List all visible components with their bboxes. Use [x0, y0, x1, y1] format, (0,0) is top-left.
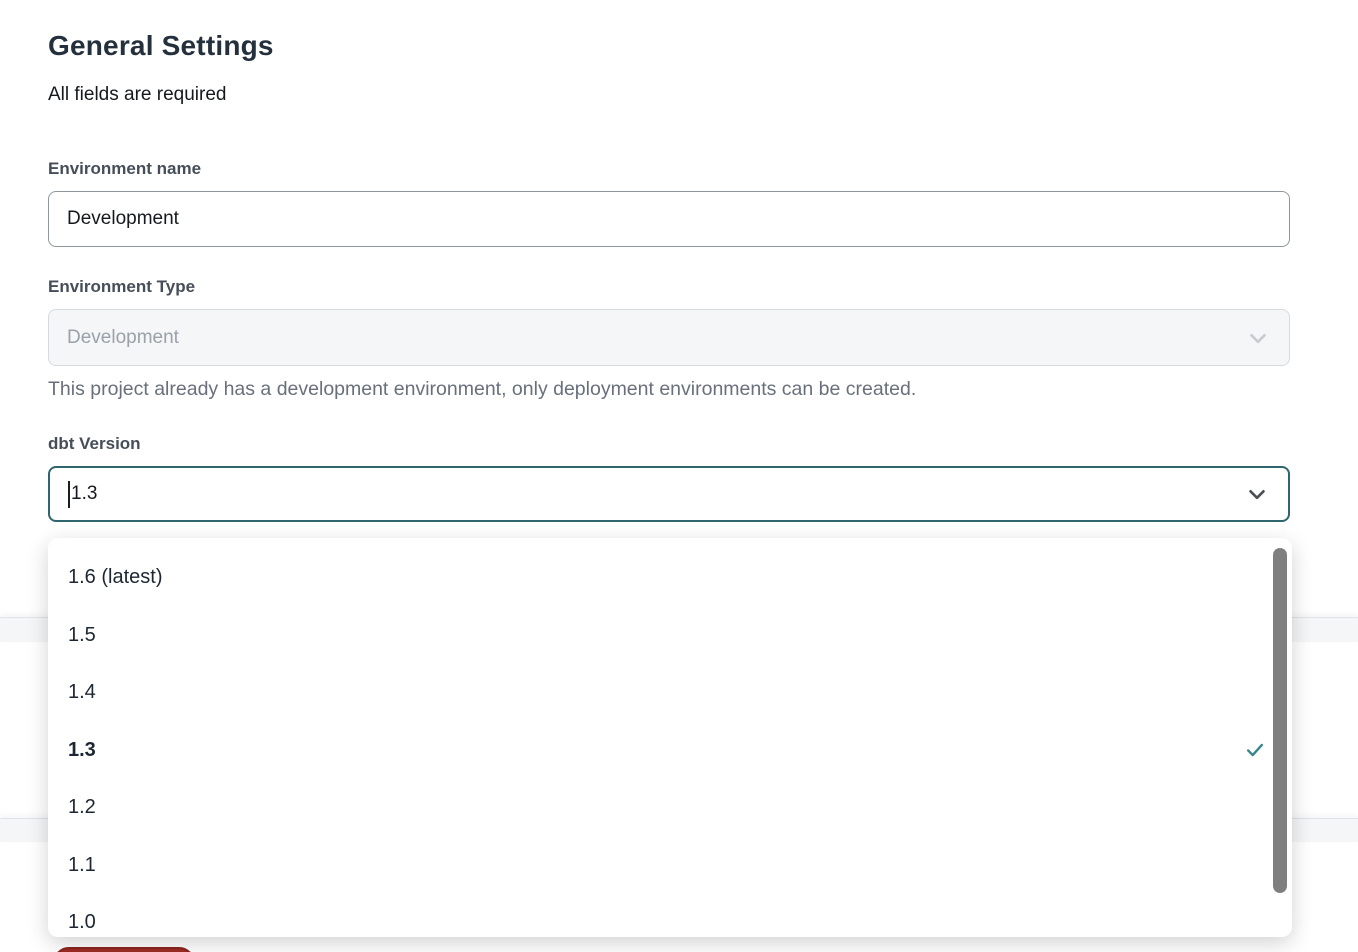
- dropdown-option-label: 1.6 (latest): [68, 566, 162, 589]
- dropdown-option[interactable]: 1.4: [48, 664, 1292, 722]
- dropdown-option-label: 1.3: [68, 739, 96, 762]
- dropdown-option[interactable]: 1.3: [48, 722, 1292, 780]
- dropdown-option[interactable]: 1.6 (latest): [48, 549, 1292, 607]
- environment-type-value: Development: [67, 327, 179, 349]
- settings-page: General Settings All fields are required…: [0, 0, 1358, 952]
- dropdown-scrollbar-thumb[interactable]: [1273, 548, 1287, 893]
- check-icon: [1244, 739, 1266, 761]
- dropdown-option-label: 1.5: [68, 624, 96, 647]
- page-title: General Settings: [48, 30, 274, 62]
- dbt-version-value: 1.3: [71, 483, 97, 505]
- dropdown-option[interactable]: 1.1: [48, 837, 1292, 895]
- dbt-version-label: dbt Version: [48, 434, 141, 454]
- dropdown-option-label: 1.0: [68, 911, 96, 934]
- environment-type-select: Development: [48, 309, 1290, 366]
- text-cursor: [68, 481, 70, 508]
- dropdown-option[interactable]: 1.0: [48, 894, 1292, 937]
- page-subtitle: All fields are required: [48, 84, 226, 106]
- dropdown-option[interactable]: 1.2: [48, 779, 1292, 837]
- danger-button[interactable]: [53, 947, 195, 952]
- dropdown-option[interactable]: 1.5: [48, 607, 1292, 665]
- dbt-version-dropdown-menu: 1.6 (latest) 1.5 1.4: [48, 538, 1292, 937]
- dropdown-option-list: 1.6 (latest) 1.5 1.4: [48, 549, 1292, 937]
- dropdown-option-label: 1.2: [68, 796, 96, 819]
- environment-name-input[interactable]: [48, 191, 1290, 247]
- chevron-down-icon: [1245, 325, 1271, 351]
- environment-name-label: Environment name: [48, 159, 201, 179]
- environment-type-label: Environment Type: [48, 277, 195, 297]
- dbt-version-combobox[interactable]: 1.3: [48, 466, 1290, 522]
- dropdown-option-label: 1.1: [68, 854, 96, 877]
- dropdown-option-label: 1.4: [68, 681, 96, 704]
- environment-type-help-text: This project already has a development e…: [48, 378, 916, 401]
- chevron-down-icon: [1244, 481, 1270, 507]
